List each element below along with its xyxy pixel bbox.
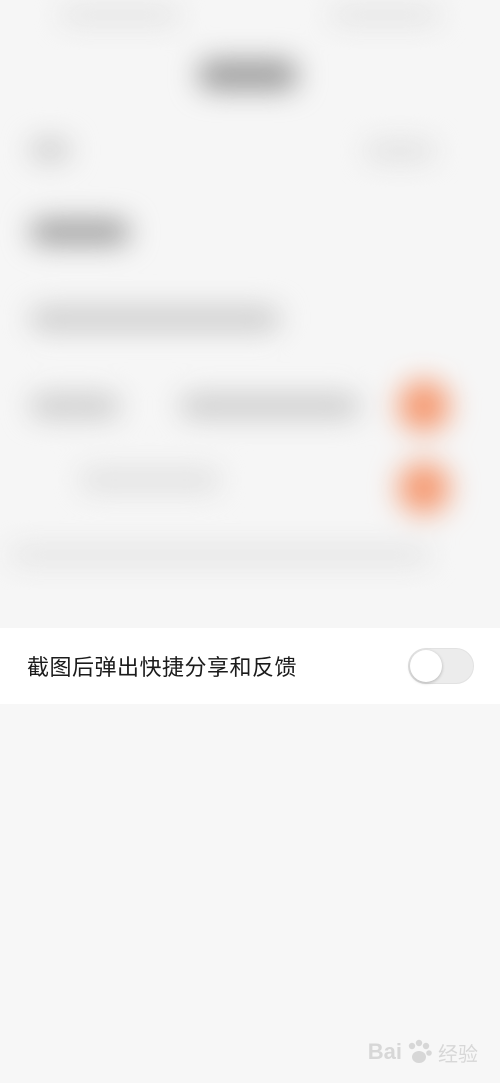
empty-area — [0, 704, 500, 1083]
toggle-knob — [410, 650, 442, 682]
blur-layer — [0, 0, 500, 628]
screen: 截图后弹出快捷分享和反馈 Bai 经验 — [0, 0, 500, 1083]
watermark-brand-right: 经验 — [438, 1043, 478, 1066]
watermark-brand-left: Bai — [367, 1039, 402, 1064]
screenshot-share-toggle[interactable] — [408, 648, 474, 684]
paw-icon — [408, 1039, 432, 1063]
watermark: Bai 经验 — [368, 1037, 478, 1067]
setting-label: 截图后弹出快捷分享和反馈 — [27, 656, 298, 681]
setting-row-screenshot-share[interactable]: 截图后弹出快捷分享和反馈 — [0, 628, 500, 704]
blurred-background — [0, 0, 500, 628]
